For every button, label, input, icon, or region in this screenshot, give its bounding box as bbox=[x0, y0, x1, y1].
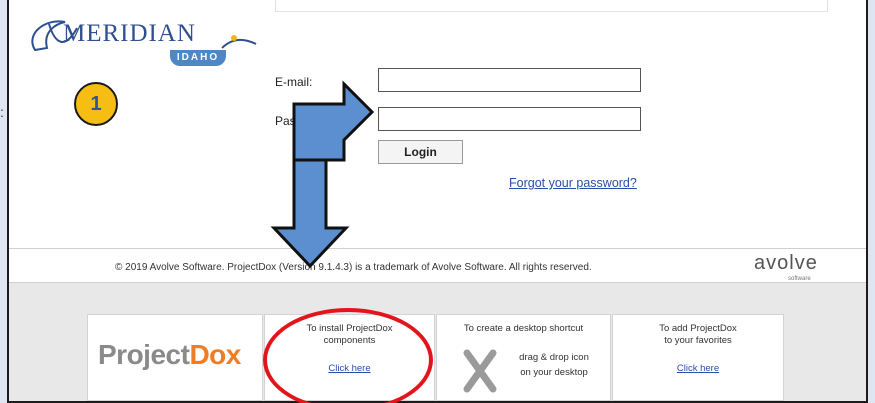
password-input[interactable] bbox=[378, 107, 641, 131]
logo-subtitle: IDAHO bbox=[170, 50, 226, 66]
projectdox-logo-card: ProjectDox bbox=[87, 314, 263, 401]
copyright-text: © 2019 Avolve Software. ProjectDox (Vers… bbox=[115, 262, 592, 273]
highlight-circle bbox=[263, 308, 433, 403]
forgot-password-link[interactable]: Forgot your password? bbox=[509, 176, 637, 190]
favorites-line2: to your favorites bbox=[664, 335, 732, 346]
sun-swoosh-icon bbox=[221, 35, 257, 49]
footer-divider bbox=[9, 248, 866, 249]
login-page-frame: MERIDIAN IDAHO 1 E-mail: Password: Login… bbox=[7, 0, 868, 403]
top-strip bbox=[275, 0, 828, 12]
email-label: E-mail: bbox=[275, 75, 313, 89]
outside-colon-fragment: : bbox=[0, 104, 4, 120]
shortcut-line3: on your desktop bbox=[520, 367, 588, 378]
email-input[interactable] bbox=[378, 68, 641, 92]
login-button[interactable]: Login bbox=[378, 140, 463, 164]
logo-text: MERIDIAN bbox=[63, 20, 196, 47]
avolve-logo: avolve software bbox=[754, 252, 834, 286]
step-badge: 1 bbox=[74, 82, 118, 126]
projectdox-shortcut-icon[interactable] bbox=[463, 349, 499, 393]
meridian-logo: MERIDIAN IDAHO bbox=[25, 14, 265, 70]
desktop-shortcut-card: To create a desktop shortcut drag & drop… bbox=[436, 314, 611, 401]
projectdox-logo-project: Project bbox=[98, 339, 190, 370]
favorites-click-here-link[interactable]: Click here bbox=[613, 363, 783, 374]
info-band: ProjectDox To install ProjectDox compone… bbox=[9, 282, 866, 401]
favorites-line1: To add ProjectDox bbox=[659, 323, 737, 334]
shortcut-line1: To create a desktop shortcut bbox=[463, 323, 584, 334]
projectdox-logo: ProjectDox bbox=[98, 339, 241, 371]
shortcut-line2: drag & drop icon bbox=[519, 352, 589, 363]
favorites-card: To add ProjectDox to your favorites Clic… bbox=[612, 314, 784, 401]
avolve-logo-text: avolve bbox=[754, 252, 818, 274]
password-label: Password: bbox=[275, 114, 332, 128]
projectdox-logo-dox: Dox bbox=[189, 339, 241, 370]
